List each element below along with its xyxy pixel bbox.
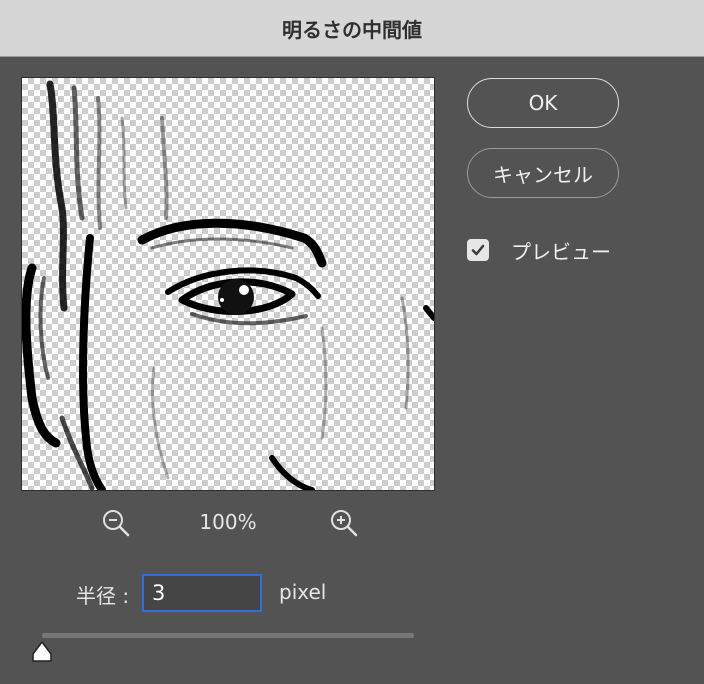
radius-slider-track[interactable]: [42, 633, 414, 638]
ok-button[interactable]: OK: [467, 78, 619, 128]
checkbox-checked-icon[interactable]: [467, 239, 489, 261]
radius-label: 半径 :: [76, 584, 130, 608]
preview-artwork: [22, 80, 434, 490]
preview-checkbox[interactable]: プレビュー: [467, 236, 611, 264]
radius-unit-label: pixel: [279, 580, 327, 604]
filter-preview-image[interactable]: [21, 77, 435, 491]
window-title: 明るさの中間値: [0, 0, 704, 57]
cancel-button[interactable]: キャンセル: [467, 148, 619, 198]
zoom-out-icon[interactable]: [100, 507, 132, 539]
zoom-in-icon[interactable]: [328, 507, 360, 539]
zoom-controls: 100%: [100, 505, 360, 541]
radius-input[interactable]: [142, 574, 262, 612]
radius-slider-thumb[interactable]: [30, 640, 54, 664]
zoom-level: 100%: [199, 510, 257, 534]
preview-label: プレビュー: [511, 239, 611, 264]
